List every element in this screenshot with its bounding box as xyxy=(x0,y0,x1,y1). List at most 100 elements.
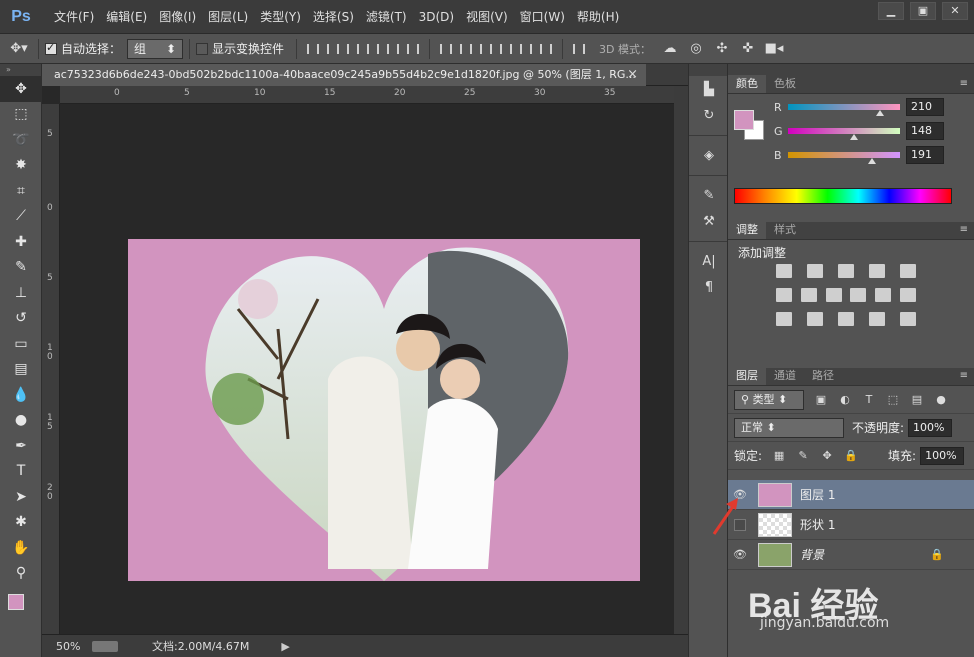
3d-panel-icon[interactable]: ◈ xyxy=(689,142,729,168)
blue-value-input[interactable]: 191 xyxy=(906,146,944,164)
distribute-vcenter-icon[interactable] xyxy=(456,39,476,59)
panel-menu-icon[interactable]: ≡ xyxy=(960,370,968,381)
status-menu-arrow-icon[interactable]: ▶ xyxy=(281,640,289,653)
layer-filter-dropdown[interactable]: ⚲ 类型 ⬍ xyxy=(734,389,804,410)
maximize-button[interactable]: ▣ xyxy=(910,2,936,20)
invert-icon[interactable] xyxy=(776,312,792,326)
3d-orbit-icon[interactable]: ☁ xyxy=(657,38,683,60)
history-brush-tool-icon[interactable]: ↺ xyxy=(0,306,42,332)
green-slider[interactable] xyxy=(788,128,900,140)
fill-input[interactable]: 100% xyxy=(920,446,965,465)
brush-presets-icon[interactable]: ⚒ xyxy=(689,208,729,234)
color-swatches[interactable] xyxy=(0,586,41,616)
curves-icon[interactable] xyxy=(838,264,854,278)
toolbox-header[interactable]: » xyxy=(0,64,41,76)
gradient-tool-icon[interactable]: ▤ xyxy=(0,357,42,383)
threshold-icon[interactable] xyxy=(838,312,854,326)
align-right-icon[interactable] xyxy=(403,39,423,59)
foreground-color-swatch[interactable] xyxy=(8,594,24,610)
layer-row-layer1[interactable]: 👁 图层 1 xyxy=(728,480,974,510)
brightness-contrast-icon[interactable] xyxy=(776,264,792,278)
path-selection-tool-icon[interactable]: ➤ xyxy=(0,484,42,510)
hand-tool-icon[interactable]: ✋ xyxy=(0,535,42,561)
close-tab-icon[interactable]: × xyxy=(627,64,638,86)
tab-layers[interactable]: 图层 xyxy=(728,367,766,385)
color-spectrum[interactable] xyxy=(734,188,952,204)
filter-toggle-icon[interactable]: ● xyxy=(934,393,948,407)
minimize-button[interactable]: ▁ xyxy=(878,2,904,20)
healing-brush-tool-icon[interactable]: ✚ xyxy=(0,229,42,255)
3d-pan-icon[interactable]: ✣ xyxy=(709,38,735,60)
3d-slide-icon[interactable]: ✜ xyxy=(735,38,761,60)
lasso-tool-icon[interactable]: ➰ xyxy=(0,127,42,153)
panel-menu-icon[interactable]: ≡ xyxy=(960,78,968,89)
auto-align-icon[interactable] xyxy=(569,39,589,59)
red-slider[interactable] xyxy=(788,104,900,116)
slider-knob-icon[interactable] xyxy=(868,158,876,164)
lock-all-icon[interactable]: 🔒 xyxy=(844,449,858,463)
custom-shape-tool-icon[interactable]: ✱ xyxy=(0,510,42,536)
clone-stamp-tool-icon[interactable]: ⊥ xyxy=(0,280,42,306)
tab-adjustments[interactable]: 调整 xyxy=(728,221,766,239)
color-balance-icon[interactable] xyxy=(800,288,817,302)
dodge-tool-icon[interactable]: ● xyxy=(0,408,42,434)
close-button[interactable]: ✕ xyxy=(942,2,968,20)
canvas-area[interactable] xyxy=(60,104,674,634)
blend-mode-dropdown[interactable]: 正常 ⬍ xyxy=(734,417,844,438)
black-white-icon[interactable] xyxy=(825,288,842,302)
brush-tool-icon[interactable]: ✎ xyxy=(0,255,42,281)
vibrance-icon[interactable] xyxy=(900,264,916,278)
align-left-icon[interactable] xyxy=(363,39,383,59)
filter-smart-object-icon[interactable]: ▤ xyxy=(910,393,924,407)
menu-help[interactable]: 帮助(H) xyxy=(571,0,625,34)
lock-pixels-icon[interactable]: ✎ xyxy=(796,449,810,463)
show-transform-checkbox[interactable] xyxy=(196,42,209,55)
menu-image[interactable]: 图像(I) xyxy=(153,0,202,34)
pen-tool-icon[interactable]: ✒ xyxy=(0,433,42,459)
menu-3d[interactable]: 3D(D) xyxy=(413,0,460,34)
filter-type-icon[interactable]: T xyxy=(862,393,876,407)
zoom-tool-icon[interactable]: ⚲ xyxy=(0,561,42,587)
3d-scale-icon[interactable]: ■◂ xyxy=(761,38,787,60)
auto-select-target-dropdown[interactable]: 组 ⬍ xyxy=(127,38,184,59)
filter-pixel-icon[interactable]: ▣ xyxy=(814,393,828,407)
menu-window[interactable]: 窗口(W) xyxy=(514,0,571,34)
menu-select[interactable]: 选择(S) xyxy=(307,0,360,34)
filter-adjustment-icon[interactable]: ◐ xyxy=(838,393,852,407)
move-tool-icon[interactable]: ✥ xyxy=(0,76,42,102)
eyedropper-tool-icon[interactable]: ⟋ xyxy=(0,204,42,230)
actions-panel-icon[interactable]: ↻ xyxy=(689,102,729,128)
layer-name[interactable]: 图层 1 xyxy=(800,486,835,503)
crop-tool-icon[interactable]: ⌗ xyxy=(0,178,42,204)
layer-row-background[interactable]: 👁 背景 🔒 xyxy=(728,540,974,570)
tab-color[interactable]: 颜色 xyxy=(728,75,766,93)
align-bottom-icon[interactable] xyxy=(343,39,363,59)
3d-roll-icon[interactable]: ◎ xyxy=(683,38,709,60)
align-hcenter-icon[interactable] xyxy=(383,39,403,59)
hue-saturation-icon[interactable] xyxy=(776,288,792,302)
levels-icon[interactable] xyxy=(807,264,823,278)
panel-menu-icon[interactable]: ≡ xyxy=(960,224,968,235)
align-top-icon[interactable] xyxy=(303,39,323,59)
visibility-eye-icon[interactable]: 👁 xyxy=(728,548,752,561)
tab-channels[interactable]: 通道 xyxy=(766,367,804,385)
distribute-bottom-icon[interactable] xyxy=(476,39,496,59)
menu-view[interactable]: 视图(V) xyxy=(460,0,514,34)
foreground-color-swatch[interactable] xyxy=(734,110,754,130)
vertical-scrollbar[interactable] xyxy=(674,86,688,634)
selective-color-icon[interactable] xyxy=(869,312,885,326)
slider-knob-icon[interactable] xyxy=(876,110,884,116)
opacity-input[interactable]: 100% xyxy=(908,418,953,437)
tab-styles[interactable]: 样式 xyxy=(766,221,804,239)
layer-name[interactable]: 形状 1 xyxy=(800,516,835,533)
document-tab[interactable]: ac75323d6b6de243-0bd502b2bdc1100a-40baac… xyxy=(42,64,646,86)
marquee-tool-icon[interactable]: ⬚ xyxy=(0,102,42,128)
tab-paths[interactable]: 路径 xyxy=(804,367,842,385)
menu-type[interactable]: 类型(Y) xyxy=(254,0,307,34)
move-tool-preset-icon[interactable]: ✥▾ xyxy=(6,38,32,60)
layer-row-shape1[interactable]: 形状 1 xyxy=(728,510,974,540)
menu-file[interactable]: 文件(F) xyxy=(48,0,100,34)
photo-filter-icon[interactable] xyxy=(850,288,867,302)
status-preview-icon[interactable] xyxy=(92,640,118,652)
blur-tool-icon[interactable]: 💧 xyxy=(0,382,42,408)
